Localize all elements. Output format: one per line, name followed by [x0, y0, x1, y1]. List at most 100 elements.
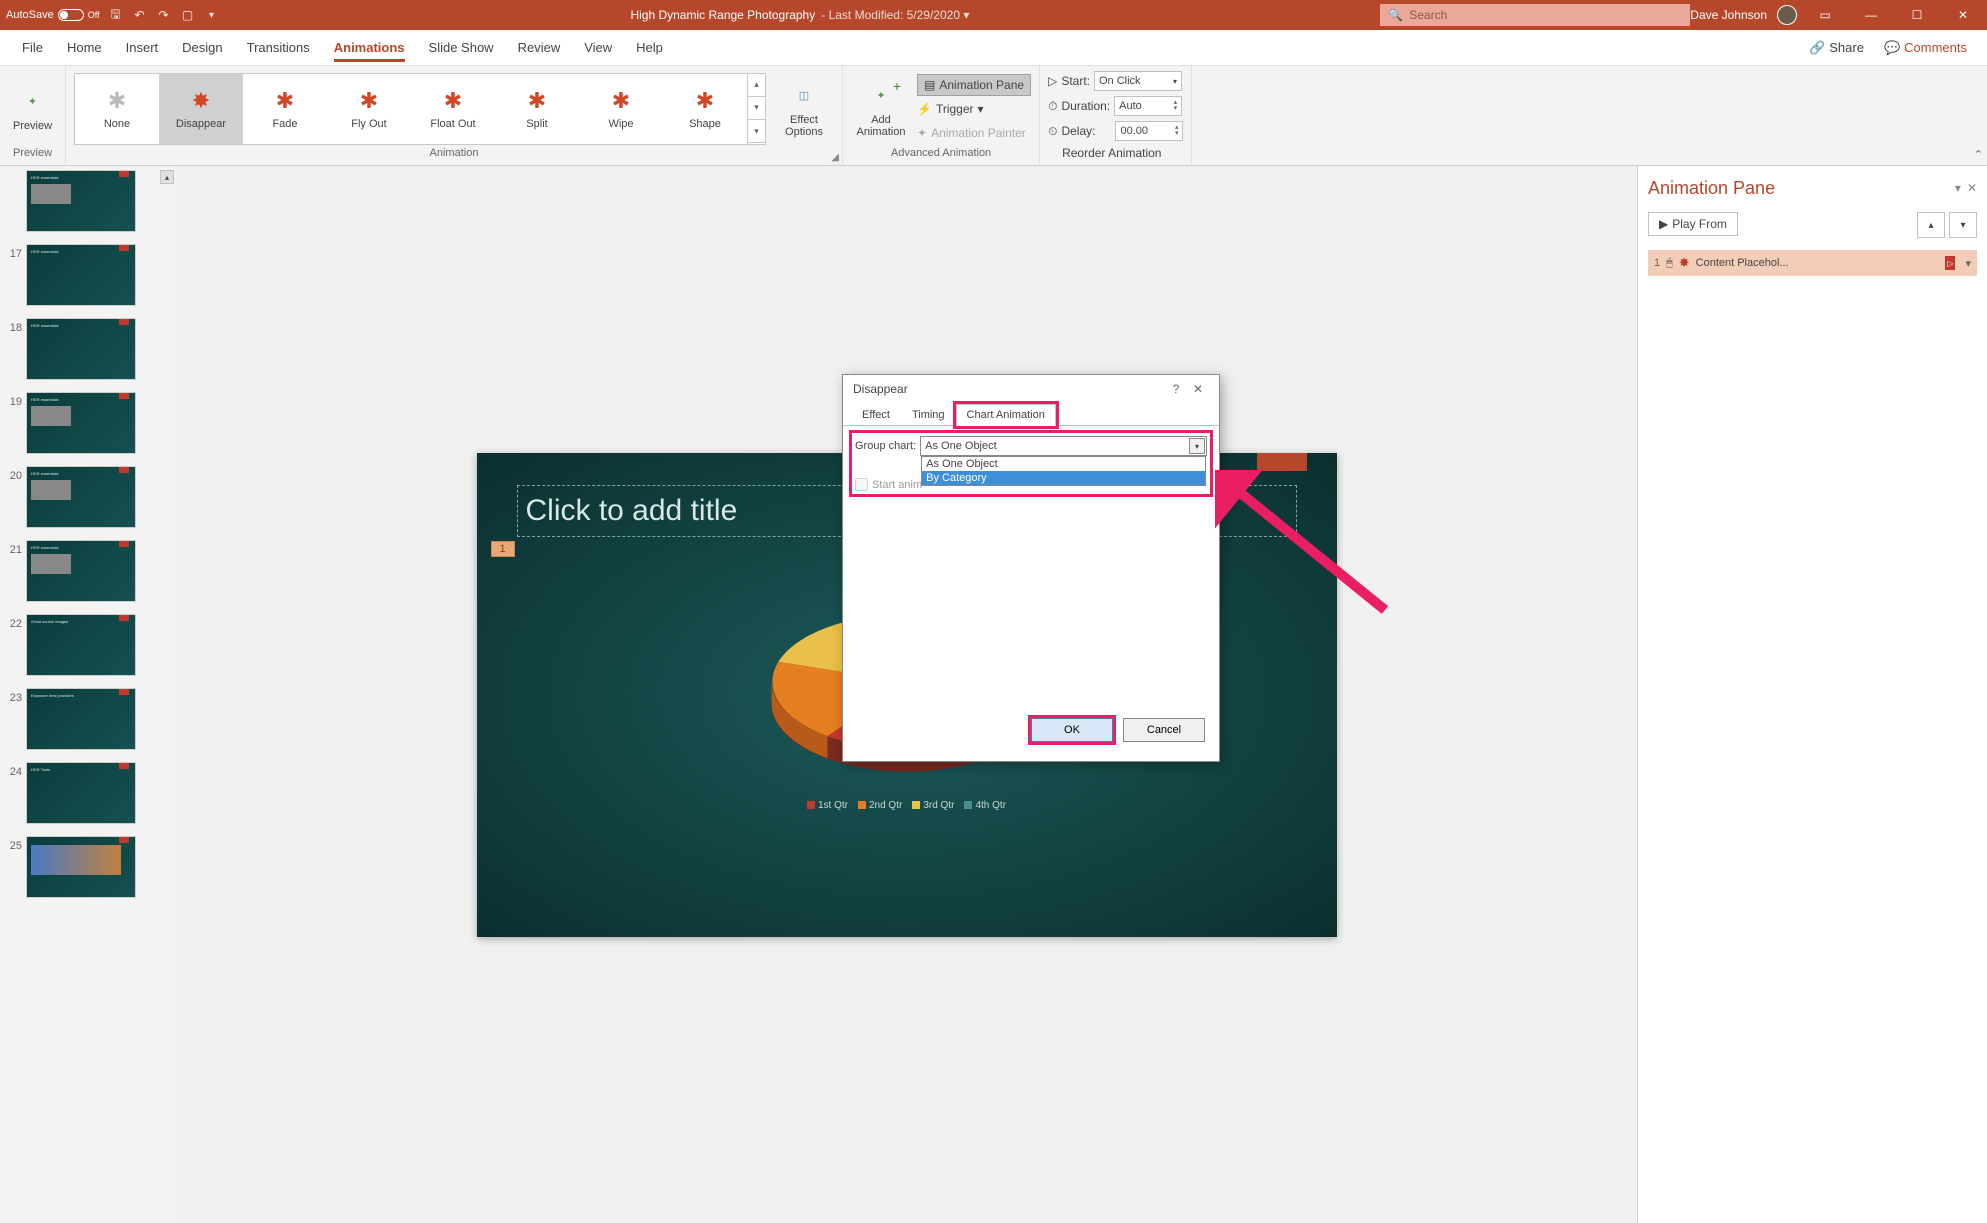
dialog-tab-timing[interactable]: Timing [901, 404, 956, 426]
collapse-ribbon-icon[interactable]: ⌃ [1974, 148, 1983, 161]
thumb-23[interactable]: 23Exposure best practices [0, 688, 158, 750]
avatar[interactable] [1777, 5, 1797, 25]
effect-options-icon: ◫ [788, 80, 820, 112]
thumb-24[interactable]: 24HDR Tools [0, 762, 158, 824]
undo-icon[interactable]: ↶ [132, 7, 148, 23]
tab-file[interactable]: File [10, 30, 55, 66]
cancel-button[interactable]: Cancel [1123, 718, 1205, 742]
title-bar: AutoSave Off 🖫 ↶ ↷ ▢ ▾ High Dynamic Rang… [0, 0, 1987, 30]
ok-button[interactable]: OK [1031, 718, 1113, 742]
tab-slideshow[interactable]: Slide Show [417, 30, 506, 66]
group-chart-dropdown: As One Object By Category [921, 456, 1206, 486]
preview-icon: ✦ [17, 86, 49, 118]
share-button[interactable]: 🔗 Share [1799, 40, 1874, 56]
animation-pane: Animation Pane ▾ ✕ ▶ Play From ▴ ▾ 1 🖱 ✸… [1637, 166, 1987, 1223]
animation-gallery: ✱None ✸Disappear ✱Fade ✱Fly Out ✱Float O… [74, 73, 766, 145]
present-icon[interactable]: ▢ [180, 7, 196, 23]
group-chart-label: Group chart: [855, 440, 916, 452]
close-icon[interactable]: ✕ [1945, 1, 1981, 29]
move-down-icon[interactable]: ▾ [1949, 212, 1977, 238]
anim-fade[interactable]: ✱Fade [243, 74, 327, 144]
minimize-icon[interactable]: — [1853, 1, 1889, 29]
animation-dialog-launcher-icon[interactable]: ◢ [831, 152, 839, 163]
combo-arrow-icon[interactable]: ▾ [1189, 438, 1205, 454]
dialog-title: Disappear [853, 382, 908, 396]
qat-more-icon[interactable]: ▾ [204, 7, 220, 23]
group-chart-combo[interactable]: As One Object ▾ As One Object By Categor… [920, 436, 1207, 456]
dialog-tab-chart-animation[interactable]: Chart Animation [956, 404, 1056, 426]
user-name[interactable]: Dave Johnson [1690, 8, 1767, 22]
thumb-21[interactable]: 21HDR essentials [0, 540, 158, 602]
start-field[interactable]: On Click▾ [1094, 71, 1182, 91]
animation-pane-title: Animation Pane [1648, 178, 1775, 199]
anim-split[interactable]: ✱Split [495, 74, 579, 144]
tab-view[interactable]: View [572, 30, 624, 66]
item-dropdown-icon[interactable]: ▾ [1965, 257, 1971, 270]
delay-row: ⏲ Delay: 00.00▴▾ [1048, 120, 1183, 142]
ribbon-mode-icon[interactable]: ▭ [1807, 1, 1843, 29]
option-by-category[interactable]: By Category [922, 471, 1205, 485]
reorder-label: Reorder Animation [1062, 142, 1183, 164]
anim-wipe[interactable]: ✱Wipe [579, 74, 663, 144]
thumb-scrollbar[interactable]: ▴ [158, 166, 176, 1223]
thumb-18[interactable]: 18HDR essentials [0, 318, 158, 380]
duration-row: ⏱ Duration: Auto▴▾ [1048, 95, 1183, 117]
autosave-toggle[interactable]: AutoSave Off [6, 9, 100, 21]
search-icon: 🔍 [1388, 8, 1403, 22]
anim-disappear[interactable]: ✸Disappear [159, 74, 243, 144]
move-up-icon[interactable]: ▴ [1917, 212, 1945, 238]
mouse-icon: 🖱 [1666, 257, 1673, 270]
thumb-17[interactable]: 17HDR essentials [0, 244, 158, 306]
last-modified: - Last Modified: 5/29/2020 ▾ [821, 8, 969, 22]
tab-animations[interactable]: Animations [322, 30, 417, 66]
thumb-16[interactable]: HDR essentials [0, 170, 158, 232]
thumb-19[interactable]: 19HDR essentials [0, 392, 158, 454]
dialog-tab-effect[interactable]: Effect [851, 404, 901, 426]
start-row: ▷ Start: On Click▾ [1048, 70, 1183, 92]
gallery-more-icon[interactable]: ▾ [748, 120, 765, 143]
start-animation-label: Start anim [872, 479, 922, 491]
tab-home[interactable]: Home [55, 30, 114, 66]
add-animation-button[interactable]: ✦+ Add Animation [851, 76, 911, 142]
slide-thumbnails[interactable]: HDR essentials 17HDR essentials 18HDR es… [0, 166, 158, 1223]
gallery-down-icon[interactable]: ▾ [748, 97, 765, 120]
thumb-22[interactable]: 22Great source images [0, 614, 158, 676]
gallery-up-icon[interactable]: ▴ [748, 74, 765, 97]
save-icon[interactable]: 🖫 [108, 7, 124, 23]
pane-close-icon[interactable]: ✕ [1967, 181, 1977, 195]
chart-legend: 1st Qtr 2nd Qtr 3rd Qtr 4th Qtr [517, 800, 1297, 811]
effect-icon: ✸ [1679, 255, 1690, 271]
anim-none[interactable]: ✱None [75, 74, 159, 144]
preview-button[interactable]: ✦ Preview [8, 82, 57, 136]
anim-flyout[interactable]: ✱Fly Out [327, 74, 411, 144]
comments-button[interactable]: 💬 Comments [1874, 40, 1977, 56]
tab-review[interactable]: Review [506, 30, 573, 66]
animation-painter-button[interactable]: ✦ Animation Painter [917, 122, 1031, 144]
dialog-titlebar[interactable]: Disappear ? ✕ [843, 375, 1219, 403]
option-as-one-object[interactable]: As One Object [922, 457, 1205, 471]
ribbon: ✦ Preview Preview ✱None ✸Disappear ✱Fade… [0, 66, 1987, 166]
thumb-20[interactable]: 20HDR essentials [0, 466, 158, 528]
tab-design[interactable]: Design [170, 30, 234, 66]
delay-field[interactable]: 00.00▴▾ [1115, 121, 1183, 141]
add-animation-icon: ✦+ [865, 80, 897, 112]
dialog-close-icon[interactable]: ✕ [1187, 382, 1209, 396]
tab-help[interactable]: Help [624, 30, 675, 66]
dialog-help-icon[interactable]: ? [1165, 382, 1187, 396]
ribbon-tabs: File Home Insert Design Transitions Anim… [0, 30, 1987, 66]
anim-shape[interactable]: ✱Shape [663, 74, 747, 144]
effect-options-button[interactable]: ◫ Effect Options [774, 76, 834, 142]
redo-icon[interactable]: ↷ [156, 7, 172, 23]
thumb-25[interactable]: 25 [0, 836, 158, 898]
maximize-icon[interactable]: ☐ [1899, 1, 1935, 29]
animation-item[interactable]: 1 🖱 ✸ Content Placehol... ▷ ▾ [1648, 250, 1977, 276]
trigger-button[interactable]: ⚡ Trigger ▾ [917, 98, 1031, 120]
animation-pane-button[interactable]: ▤ Animation Pane [917, 74, 1031, 96]
play-from-button[interactable]: ▶ Play From [1648, 212, 1738, 236]
anim-floatout[interactable]: ✱Float Out [411, 74, 495, 144]
tab-transitions[interactable]: Transitions [235, 30, 322, 66]
search-box[interactable]: 🔍 Search [1380, 4, 1690, 26]
duration-field[interactable]: Auto▴▾ [1114, 96, 1182, 116]
tab-insert[interactable]: Insert [114, 30, 171, 66]
pane-options-icon[interactable]: ▾ [1955, 181, 1961, 195]
